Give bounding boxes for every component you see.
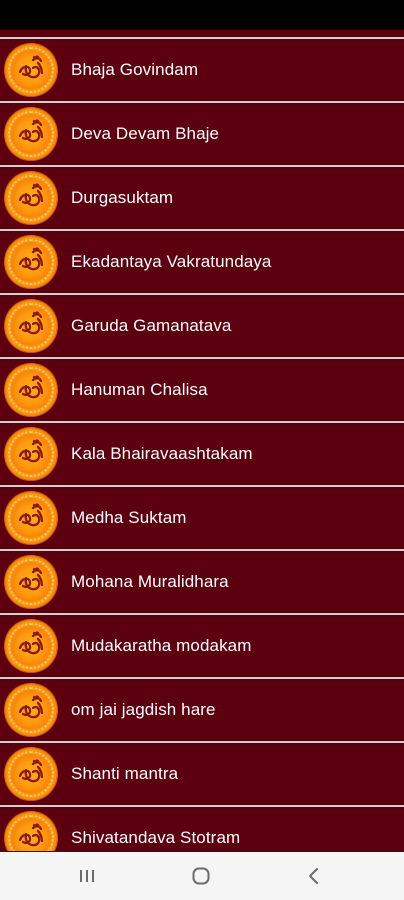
- item-label: Medha Suktam: [71, 508, 187, 527]
- om-icon: [4, 555, 58, 609]
- item-label: om jai jagdish hare: [71, 700, 216, 719]
- list-item[interactable]: Kala Bhairavaashtakam: [0, 423, 404, 487]
- om-icon: [4, 235, 58, 289]
- om-icon: [4, 363, 58, 417]
- list-item[interactable]: Mudakaratha modakam: [0, 615, 404, 679]
- recents-icon[interactable]: [72, 864, 102, 888]
- item-label: Durgasuktam: [71, 188, 174, 207]
- om-icon: [4, 747, 58, 801]
- list-item[interactable]: om jai jagdish hare: [0, 679, 404, 743]
- item-label: Mohana Muralidhara: [71, 572, 229, 591]
- status-bar: [0, 0, 404, 30]
- item-label: Mudakaratha modakam: [71, 636, 252, 655]
- item-label: Bhaja Govindam: [71, 60, 199, 79]
- om-icon: [4, 427, 58, 481]
- list-item[interactable]: Shanti mantra: [0, 743, 404, 807]
- item-label: Ekadantaya Vakratundaya: [71, 252, 272, 271]
- list-item[interactable]: Shivatandava Stotram: [0, 807, 404, 851]
- item-label: Hanuman Chalisa: [71, 380, 208, 399]
- item-label: Deva Devam Bhaje: [71, 124, 220, 143]
- om-icon: [4, 683, 58, 737]
- item-label: Kala Bhairavaashtakam: [71, 444, 253, 463]
- list-item[interactable]: Durgasuktam: [0, 167, 404, 231]
- home-icon[interactable]: [186, 864, 216, 888]
- back-icon[interactable]: [299, 864, 329, 888]
- song-list[interactable]: Bhaja Govindam Deva Devam Bhaje Durgasuk…: [0, 37, 404, 851]
- list-item[interactable]: Medha Suktam: [0, 487, 404, 551]
- list-item[interactable]: Garuda Gamanatava: [0, 295, 404, 359]
- om-icon: [4, 107, 58, 161]
- item-label: Shanti mantra: [71, 764, 179, 783]
- list-item[interactable]: Ekadantaya Vakratundaya: [0, 231, 404, 295]
- item-label: Shivatandava Stotram: [71, 828, 241, 847]
- list-item[interactable]: Hanuman Chalisa: [0, 359, 404, 423]
- om-icon: [4, 619, 58, 673]
- om-icon: [4, 171, 58, 225]
- om-icon: [4, 43, 58, 97]
- navigation-bar: [0, 852, 404, 900]
- list-item[interactable]: Bhaja Govindam: [0, 39, 404, 103]
- list-item[interactable]: Mohana Muralidhara: [0, 551, 404, 615]
- list-item[interactable]: Deva Devam Bhaje: [0, 103, 404, 167]
- om-icon: [4, 299, 58, 353]
- item-label: Garuda Gamanatava: [71, 316, 232, 335]
- om-icon: [4, 811, 58, 851]
- om-icon: [4, 491, 58, 545]
